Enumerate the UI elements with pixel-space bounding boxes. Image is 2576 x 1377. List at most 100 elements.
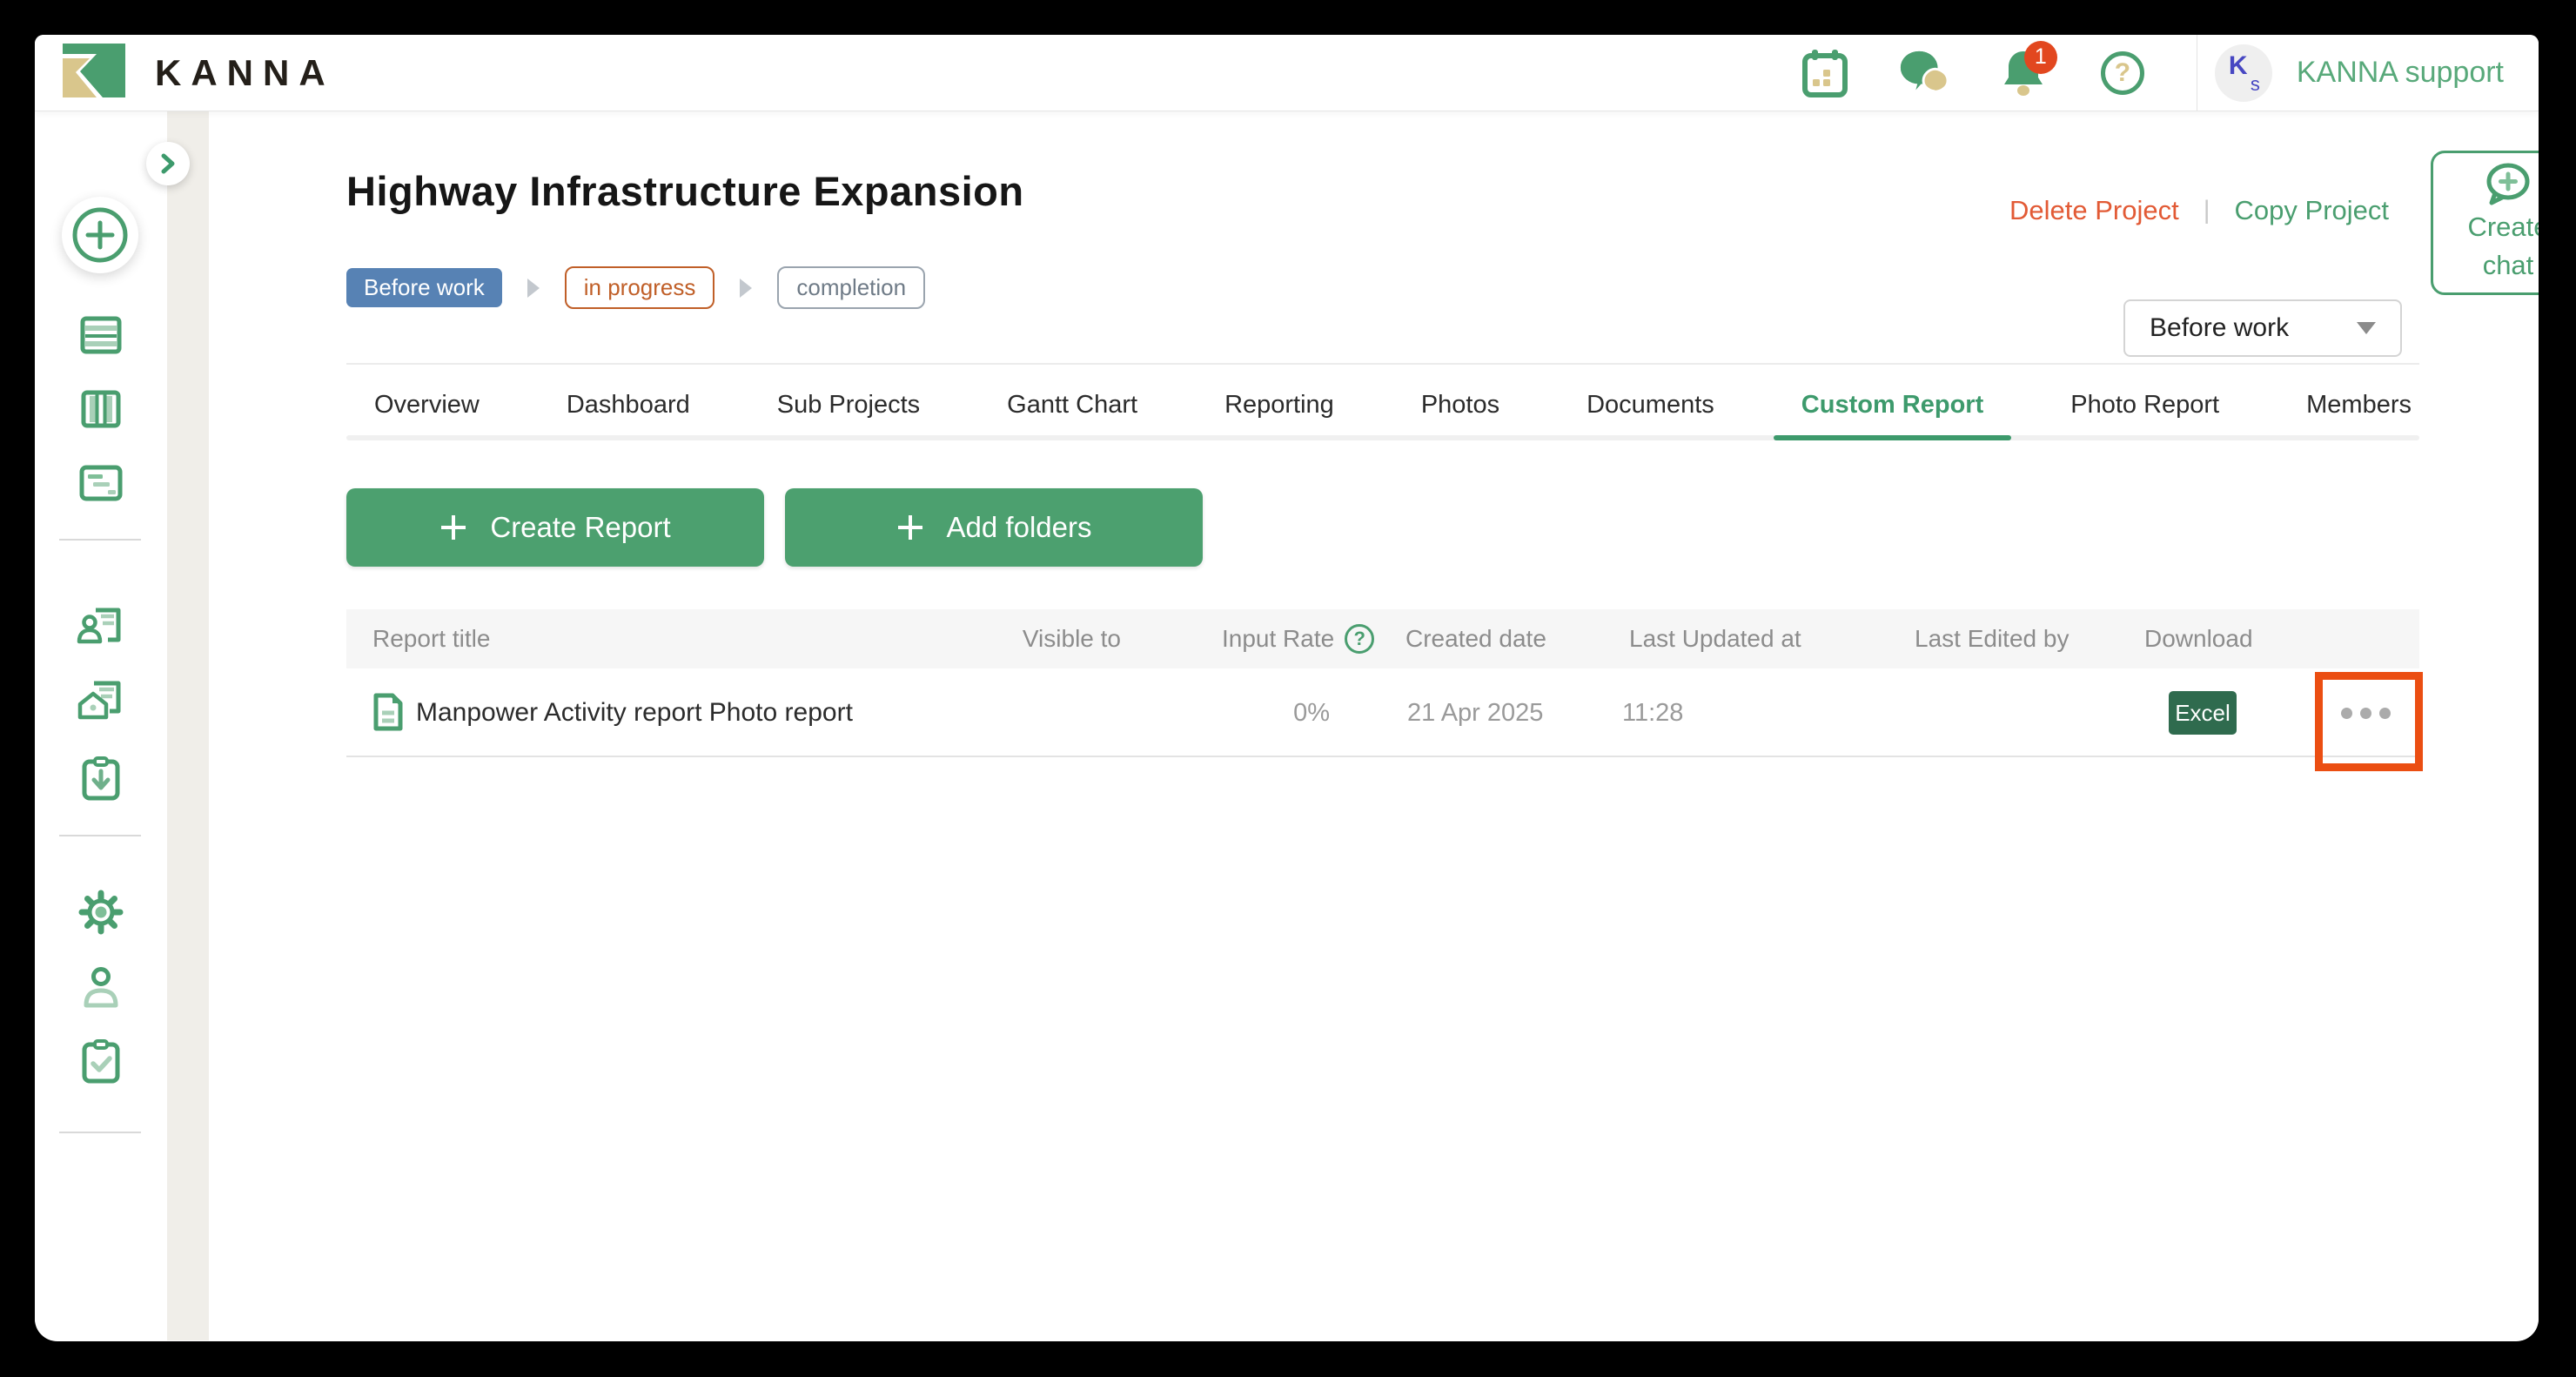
sidebar-item-settings[interactable] [77, 888, 125, 937]
brand-wordmark: KANNA [155, 52, 335, 94]
add-project-button[interactable] [62, 197, 138, 273]
tab-photos[interactable]: Photos [1393, 376, 1527, 440]
sidebar-item-report-card[interactable] [77, 459, 125, 507]
col-report-title: Report title [372, 609, 490, 668]
excel-download-button[interactable]: Excel [2169, 691, 2237, 735]
create-chat-label-line1: Create [2467, 209, 2539, 245]
report-card-icon [77, 459, 125, 507]
sidebar-item-import[interactable] [77, 755, 125, 803]
report-created-date: 21 Apr 2025 [1407, 668, 1543, 757]
main-content: Highway Infrastructure Expansion Delete … [209, 111, 2539, 1340]
help-icon[interactable]: ? [2097, 48, 2148, 98]
sidebar-divider [59, 539, 141, 541]
board-columns-icon [77, 385, 125, 433]
status-select[interactable]: Before work [2123, 299, 2402, 357]
table-header: Report title Visible to Input Rate ? Cre… [346, 609, 2419, 668]
create-chat-button[interactable]: Create chat [2431, 151, 2539, 295]
kanna-logo-icon [63, 44, 125, 102]
sidebar-item-user-report[interactable] [77, 601, 125, 650]
tab-sub-projects[interactable]: Sub Projects [749, 376, 948, 440]
site-report-icon [77, 676, 125, 725]
tab-custom-report[interactable]: Custom Report [1774, 376, 2011, 440]
sidebar-divider [59, 835, 141, 836]
report-table: Report title Visible to Input Rate ? Cre… [346, 609, 2419, 757]
col-visible-to: Visible to [947, 609, 1121, 668]
chevron-right-icon [158, 152, 178, 175]
copy-project-link[interactable]: Copy Project [2235, 195, 2389, 226]
project-list-icon [77, 311, 125, 359]
status-select-value: Before work [2150, 313, 2289, 343]
add-folders-label: Add folders [947, 511, 1092, 544]
status-badge-completion: completion [777, 266, 925, 309]
create-chat-label-line2: chat [2483, 247, 2534, 284]
question-glyph: ? [1353, 609, 1365, 668]
project-actions: Delete Project | Copy Project [2009, 195, 2389, 226]
arrow-right-icon [525, 277, 542, 299]
chat-plus-icon [2485, 162, 2532, 207]
plus-icon [896, 514, 924, 541]
chat-icon[interactable] [1899, 48, 1949, 98]
screenshot-frame: KANNA [0, 0, 2576, 1377]
avatar[interactable]: K s [2215, 44, 2272, 102]
col-input-rate: Input Rate ? [1222, 609, 1374, 668]
tab-documents[interactable]: Documents [1559, 376, 1742, 440]
status-badge-before-work: Before work [346, 268, 502, 307]
status-flow: Before work in progress completion [346, 266, 925, 309]
tab-bar: Overview Dashboard Sub Projects Gantt Ch… [346, 376, 2419, 440]
notifications-bell-icon[interactable]: 1 [1998, 48, 2049, 98]
tab-gantt-chart[interactable]: Gantt Chart [979, 376, 1165, 440]
sidebar-divider [59, 1132, 141, 1133]
add-folders-button[interactable]: Add folders [785, 488, 1203, 567]
input-rate-help-icon[interactable]: ? [1345, 624, 1374, 654]
calendar-icon[interactable] [1800, 48, 1850, 98]
sidebar-item-site-report[interactable] [77, 676, 125, 725]
tab-dashboard[interactable]: Dashboard [539, 376, 718, 440]
brand[interactable]: KANNA [63, 44, 335, 102]
sidebar-item-board-view[interactable] [77, 385, 125, 433]
sidebar-expand-button[interactable] [146, 142, 190, 185]
sidebar-item-project-list[interactable] [77, 311, 125, 359]
report-last-updated: 11:28 [1622, 668, 1683, 757]
plus-circle-icon [70, 205, 131, 265]
status-badge-in-progress: in progress [565, 266, 715, 309]
app-window: KANNA [35, 35, 2539, 1341]
actions-separator: | [2204, 196, 2210, 225]
clipboard-download-icon [77, 755, 125, 803]
tab-photo-report[interactable]: Photo Report [2043, 376, 2247, 440]
annotation-highlight [2315, 672, 2423, 771]
sidebar-item-account[interactable] [77, 964, 125, 1012]
input-rate-label: Input Rate [1222, 609, 1334, 668]
col-created-date: Created date [1405, 609, 1546, 668]
table-row[interactable]: Manpower Activity report Photo report 0%… [346, 668, 2419, 757]
caret-down-icon [2357, 322, 2376, 334]
create-report-button[interactable]: Create Report [346, 488, 764, 567]
account-user-icon [77, 964, 125, 1012]
topbar: KANNA [35, 35, 2539, 111]
create-report-label: Create Report [490, 511, 670, 544]
avatar-initial-small: s [2251, 73, 2260, 96]
tab-reporting[interactable]: Reporting [1197, 376, 1362, 440]
report-document-icon [372, 692, 404, 739]
avatar-initial-large: K [2229, 51, 2248, 81]
sidebar [35, 111, 167, 1340]
col-last-edited: Last Edited by [1915, 609, 2069, 668]
tab-overview[interactable]: Overview [346, 376, 507, 440]
col-last-updated: Last Updated at [1629, 609, 1801, 668]
user-report-icon [77, 601, 125, 650]
clipboard-check-icon [77, 1038, 125, 1086]
report-title[interactable]: Manpower Activity report Photo report [416, 668, 853, 757]
col-download: Download [2144, 609, 2253, 668]
question-glyph: ? [2115, 58, 2130, 88]
tab-members[interactable]: Members [2278, 376, 2439, 440]
delete-project-link[interactable]: Delete Project [2009, 195, 2179, 226]
report-input-rate: 0% [1130, 668, 1330, 757]
sidebar-item-tasks[interactable] [77, 1038, 125, 1086]
sidebar-gutter [167, 111, 209, 1340]
report-toolbar: Create Report Add folders [346, 488, 1203, 567]
user-name[interactable]: KANNA support [2297, 56, 2504, 90]
topbar-actions: 1 ? K s KANNA support [1775, 35, 2539, 111]
settings-gear-icon [77, 888, 125, 937]
notification-count-badge: 1 [2024, 41, 2057, 74]
plus-icon [439, 514, 467, 541]
arrow-right-icon [737, 277, 755, 299]
